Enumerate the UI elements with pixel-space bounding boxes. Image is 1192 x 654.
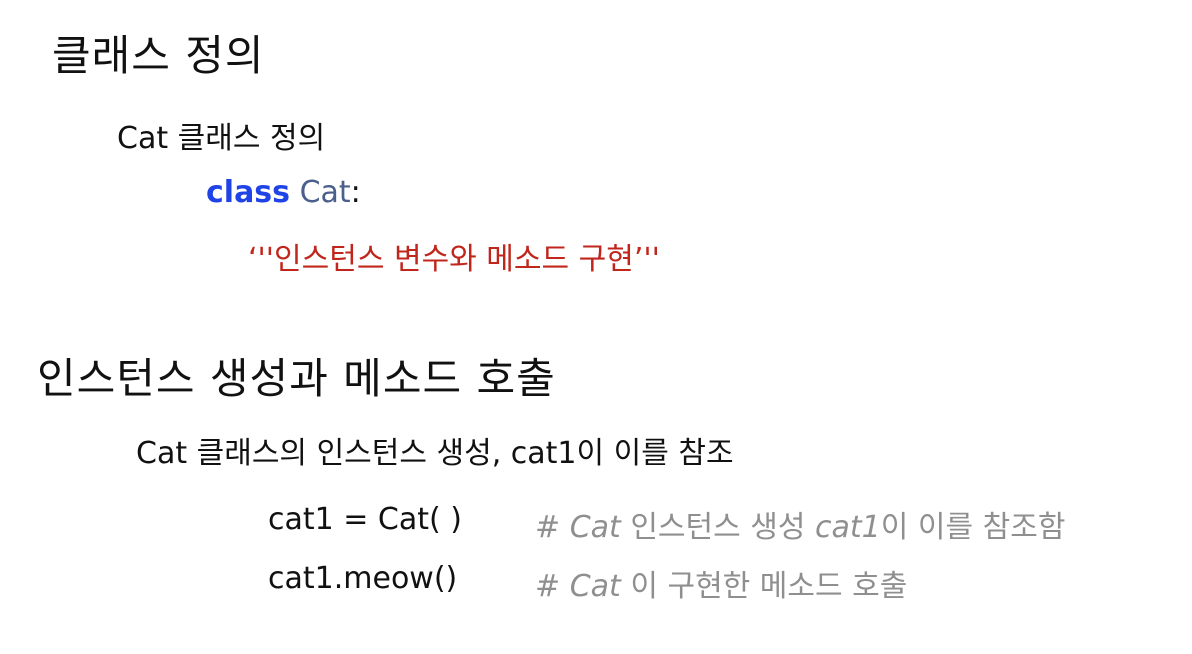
docstring: ‘''인스턴스 변수와 메소드 구현’'' xyxy=(248,242,660,277)
comment-italic: Cat xyxy=(569,569,621,604)
code-line-method-call: cat1.meow() xyxy=(268,561,458,596)
comment-text: 인스턴스 생성 xyxy=(630,510,806,545)
comment-italic: cat1 xyxy=(815,510,881,545)
code-line-instantiate: cat1 = Cat( ) xyxy=(268,502,462,537)
section-title: 인스턴스 생성과 메소드 호출 xyxy=(37,354,556,403)
colon: : xyxy=(350,175,361,210)
comment-hash: # xyxy=(535,510,561,545)
code-line-class: class Cat: xyxy=(206,175,361,210)
section-subtitle: Cat 클래스 정의 xyxy=(117,121,326,156)
comment-text: 이 구현한 메소드 호출 xyxy=(630,569,908,604)
keyword-class: class xyxy=(206,175,291,210)
section-subtitle: Cat 클래스의 인스턴스 생성, cat1이 이를 참조 xyxy=(136,436,734,471)
code-comment: # Cat 이 구현한 메소드 호출 xyxy=(535,561,907,605)
class-name: Cat xyxy=(299,175,351,210)
comment-italic: Cat xyxy=(569,510,621,545)
code-comment: # Cat 인스턴스 생성 cat1이 이를 참조함 xyxy=(535,502,1065,546)
section-title: 클래스 정의 xyxy=(52,31,265,80)
comment-hash: # xyxy=(535,569,561,604)
comment-text: 이 이를 참조함 xyxy=(880,510,1066,545)
